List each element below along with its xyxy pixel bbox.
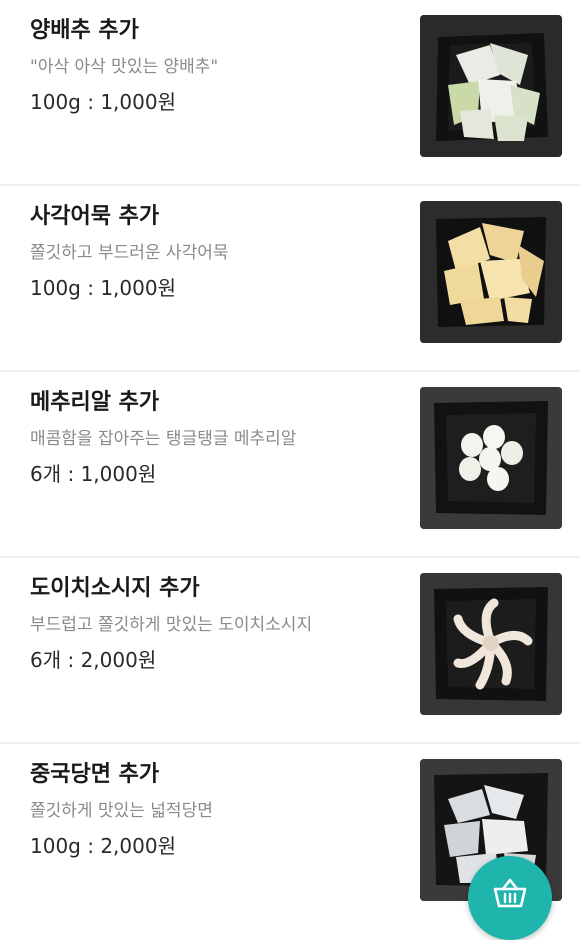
item-price: 6개 : 2,000원	[30, 648, 157, 672]
cart-button[interactable]	[468, 856, 552, 940]
basket-icon	[493, 878, 527, 908]
item-description: 쫄깃하게 맛있는 넓적당면	[30, 801, 213, 821]
item-price: 100g : 1,000원	[30, 276, 176, 300]
item-description: 쫄깃하고 부드러운 사각어묵	[30, 243, 229, 263]
item-name: 중국당면 추가	[30, 762, 160, 787]
item-description: 매콤함을 잡아주는 탱글탱글 메추리알	[30, 429, 297, 449]
list-item[interactable]: 메추리알 추가 매콤함을 잡아주는 탱글탱글 메추리알 6개 : 1,000원	[0, 372, 580, 558]
item-name: 도이치소시지 추가	[30, 576, 200, 601]
list-item[interactable]: 사각어묵 추가 쫄깃하고 부드러운 사각어묵 100g : 1,000원	[0, 186, 580, 372]
list-item[interactable]: 양배추 추가 "아삭 아삭 맛있는 양배추" 100g : 1,000원	[0, 0, 580, 186]
sausage-image[interactable]	[420, 573, 562, 715]
fishcake-image[interactable]	[420, 201, 562, 343]
item-price: 6개 : 1,000원	[30, 462, 157, 486]
list-item[interactable]: 도이치소시지 추가 부드럽고 쫄깃하게 맛있는 도이치소시지 6개 : 2,00…	[0, 558, 580, 744]
item-description: 부드럽고 쫄깃하게 맛있는 도이치소시지	[30, 615, 313, 635]
quail-egg-image[interactable]	[420, 387, 562, 529]
item-name: 사각어묵 추가	[30, 204, 160, 229]
cabbage-image[interactable]	[420, 15, 562, 157]
item-name: 메추리알 추가	[30, 390, 160, 415]
item-price: 100g : 1,000원	[30, 90, 176, 114]
item-description: "아삭 아삭 맛있는 양배추"	[30, 57, 219, 77]
item-name: 양배추 추가	[30, 18, 139, 43]
item-price: 100g : 2,000원	[30, 834, 176, 858]
